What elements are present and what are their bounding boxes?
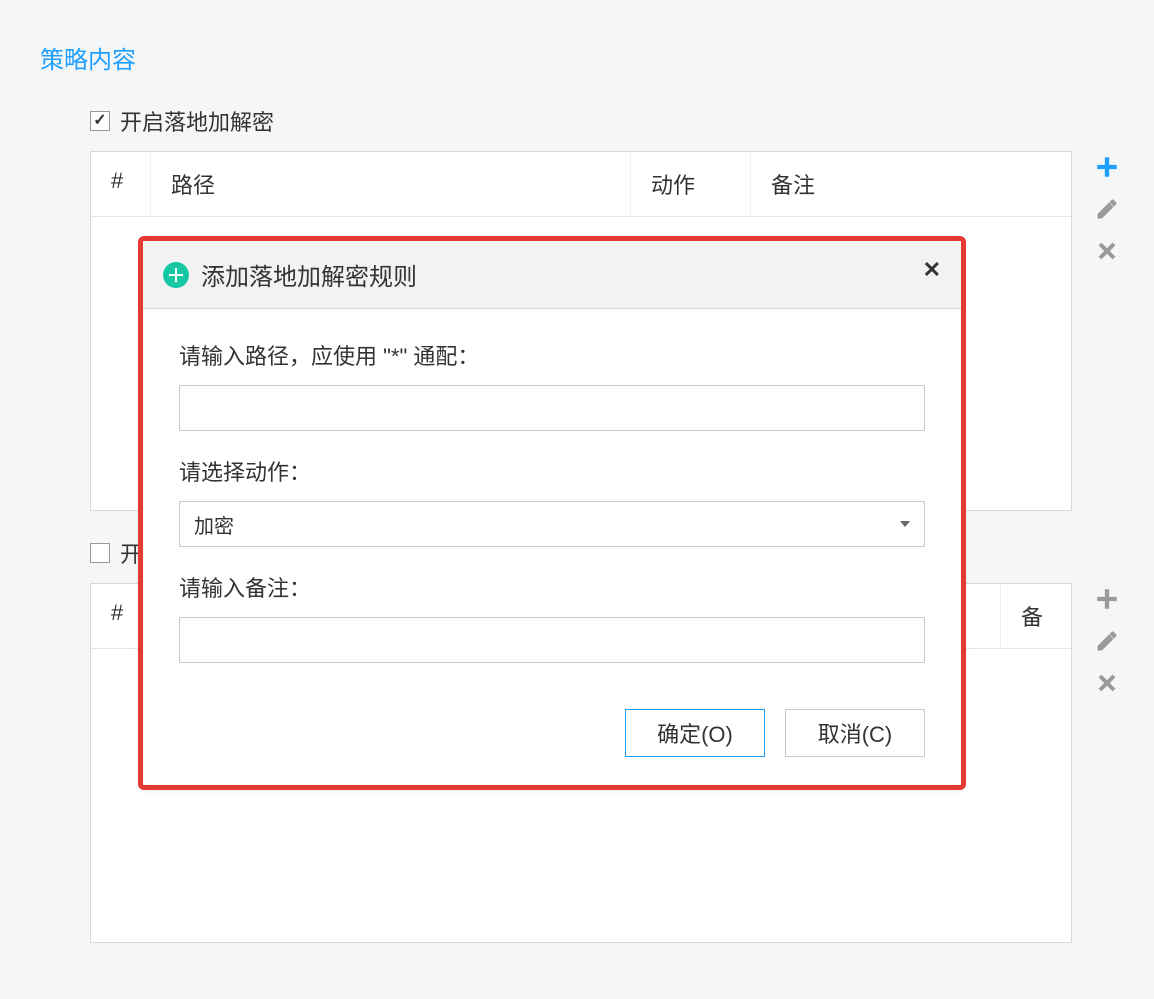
col-index: # — [91, 152, 151, 216]
path-input[interactable] — [179, 385, 925, 431]
note-input[interactable] — [179, 617, 925, 663]
col-note: 备 — [1001, 584, 1071, 648]
chevron-down-icon — [900, 521, 910, 527]
edit-icon[interactable] — [1093, 627, 1121, 655]
ok-button[interactable]: 确定(O) — [625, 709, 765, 757]
action-select[interactable]: 加密 — [179, 501, 925, 547]
table-1-tools — [1090, 151, 1124, 511]
table-header: # 路径 动作 备注 — [91, 152, 1071, 217]
col-path: 路径 — [151, 152, 631, 216]
dialog-header: 添加落地加解密规则 ✕ — [143, 241, 961, 309]
checkbox-icon[interactable] — [90, 543, 110, 563]
checkbox-icon[interactable] — [90, 111, 110, 131]
action-select-value: 加密 — [194, 510, 234, 539]
secondary-enable-label: 开 — [120, 537, 142, 569]
col-action: 动作 — [631, 152, 751, 216]
add-rule-dialog: 添加落地加解密规则 ✕ 请输入路径，应使用 "*" 通配： 请选择动作： 加密 … — [142, 240, 962, 786]
note-input-label: 请输入备注： — [179, 571, 925, 603]
dialog-title: 添加落地加解密规则 — [201, 257, 417, 292]
close-icon[interactable]: ✕ — [923, 257, 941, 283]
col-note: 备注 — [751, 152, 1071, 216]
delete-icon[interactable] — [1093, 237, 1121, 265]
add-icon[interactable] — [1093, 153, 1121, 181]
add-icon[interactable] — [1093, 585, 1121, 613]
enable-landing-encryption-label: 开启落地加解密 — [120, 105, 274, 137]
cancel-button[interactable]: 取消(C) — [785, 709, 925, 757]
page-title: 策略内容 — [40, 40, 1124, 75]
enable-landing-encryption-row[interactable]: 开启落地加解密 — [90, 105, 1124, 137]
path-input-label: 请输入路径，应使用 "*" 通配： — [179, 339, 925, 371]
edit-icon[interactable] — [1093, 195, 1121, 223]
delete-icon[interactable] — [1093, 669, 1121, 697]
action-select-label: 请选择动作： — [179, 455, 925, 487]
dialog-add-icon — [163, 262, 189, 288]
table-2-tools — [1090, 583, 1124, 943]
